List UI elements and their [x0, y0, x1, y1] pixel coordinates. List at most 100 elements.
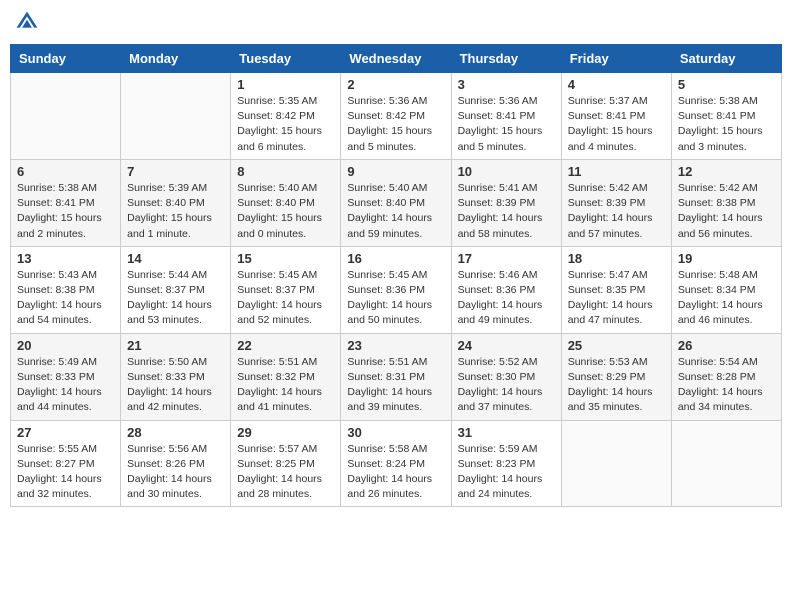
cell-info: Sunrise: 5:59 AMSunset: 8:23 PMDaylight:… [458, 442, 555, 503]
calendar-cell: 13Sunrise: 5:43 AMSunset: 8:38 PMDayligh… [11, 246, 121, 333]
calendar-cell: 15 Sunrise: 5:45 AMSunset: 8:37 PMDayligh… [231, 246, 341, 333]
day-number: 16 [347, 251, 444, 266]
day-number: 17 [458, 251, 555, 266]
calendar-cell: 22 Sunrise: 5:51 AMSunset: 8:32 PMDayligh… [231, 333, 341, 420]
calendar-cell: 2 Sunrise: 5:36 AMSunset: 8:42 PMDaylight… [341, 73, 451, 160]
cell-info: Sunrise: 5:42 AMSunset: 8:38 PMDaylight:… [678, 181, 775, 242]
day-number: 14 [127, 251, 224, 266]
day-number: 5 [678, 77, 775, 92]
day-number: 26 [678, 338, 775, 353]
calendar-cell: 25Sunrise: 5:53 AMSunset: 8:29 PMDayligh… [561, 333, 671, 420]
calendar-cell: 29 Sunrise: 5:57 AMSunset: 8:25 PMDayligh… [231, 420, 341, 507]
day-number: 11 [568, 164, 665, 179]
logo-icon [15, 10, 39, 34]
day-number: 2 [347, 77, 444, 92]
day-number: 18 [568, 251, 665, 266]
cell-info: Sunrise: 5:41 AMSunset: 8:39 PMDaylight:… [458, 181, 555, 242]
calendar-cell: 4 Sunrise: 5:37 AMSunset: 8:41 PMDaylight… [561, 73, 671, 160]
calendar-cell: 10 Sunrise: 5:41 AMSunset: 8:39 PMDayligh… [451, 159, 561, 246]
weekday-header: Friday [561, 45, 671, 73]
calendar-cell: 23 Sunrise: 5:51 AMSunset: 8:31 PMDayligh… [341, 333, 451, 420]
cell-info: Sunrise: 5:38 AMSunset: 8:41 PMDaylight:… [678, 94, 775, 155]
calendar-cell: 24 Sunrise: 5:52 AMSunset: 8:30 PMDayligh… [451, 333, 561, 420]
day-number: 1 [237, 77, 334, 92]
cell-info: Sunrise: 5:40 AMSunset: 8:40 PMDaylight:… [347, 181, 444, 242]
calendar-cell: 11Sunrise: 5:42 AMSunset: 8:39 PMDayligh… [561, 159, 671, 246]
cell-info: Sunrise: 5:51 AMSunset: 8:31 PMDaylight:… [347, 355, 444, 416]
cell-info: Sunrise: 5:51 AMSunset: 8:32 PMDaylight:… [237, 355, 334, 416]
day-number: 28 [127, 425, 224, 440]
day-number: 29 [237, 425, 334, 440]
calendar-cell: 5 Sunrise: 5:38 AMSunset: 8:41 PMDaylight… [671, 73, 781, 160]
cell-info: Sunrise: 5:54 AMSunset: 8:28 PMDaylight:… [678, 355, 775, 416]
day-number: 22 [237, 338, 334, 353]
calendar-cell: 12 Sunrise: 5:42 AMSunset: 8:38 PMDayligh… [671, 159, 781, 246]
day-number: 6 [17, 164, 114, 179]
calendar-cell: 3 Sunrise: 5:36 AMSunset: 8:41 PMDaylight… [451, 73, 561, 160]
calendar-week-row: 27Sunrise: 5:55 AMSunset: 8:27 PMDayligh… [11, 420, 782, 507]
page-header [10, 10, 782, 34]
calendar-cell: 28 Sunrise: 5:56 AMSunset: 8:26 PMDayligh… [121, 420, 231, 507]
calendar-cell: 1 Sunrise: 5:35 AMSunset: 8:42 PMDaylight… [231, 73, 341, 160]
calendar-week-row: 20Sunrise: 5:49 AMSunset: 8:33 PMDayligh… [11, 333, 782, 420]
day-number: 25 [568, 338, 665, 353]
day-number: 12 [678, 164, 775, 179]
cell-info: Sunrise: 5:39 AMSunset: 8:40 PMDaylight:… [127, 181, 224, 242]
day-number: 3 [458, 77, 555, 92]
cell-info: Sunrise: 5:45 AMSunset: 8:37 PMDaylight:… [237, 268, 334, 329]
day-number: 7 [127, 164, 224, 179]
day-number: 21 [127, 338, 224, 353]
day-number: 30 [347, 425, 444, 440]
cell-info: Sunrise: 5:48 AMSunset: 8:34 PMDaylight:… [678, 268, 775, 329]
day-number: 10 [458, 164, 555, 179]
logo [15, 10, 43, 34]
cell-info: Sunrise: 5:38 AMSunset: 8:41 PMDaylight:… [17, 181, 114, 242]
calendar-table: SundayMondayTuesdayWednesdayThursdayFrid… [10, 44, 782, 507]
weekday-header: Sunday [11, 45, 121, 73]
day-number: 27 [17, 425, 114, 440]
calendar-cell [121, 73, 231, 160]
day-number: 15 [237, 251, 334, 266]
weekday-header: Wednesday [341, 45, 451, 73]
calendar-cell: 18 Sunrise: 5:47 AMSunset: 8:35 PMDayligh… [561, 246, 671, 333]
cell-info: Sunrise: 5:52 AMSunset: 8:30 PMDaylight:… [458, 355, 555, 416]
cell-info: Sunrise: 5:44 AMSunset: 8:37 PMDaylight:… [127, 268, 224, 329]
day-number: 24 [458, 338, 555, 353]
cell-info: Sunrise: 5:45 AMSunset: 8:36 PMDaylight:… [347, 268, 444, 329]
cell-info: Sunrise: 5:35 AMSunset: 8:42 PMDaylight:… [237, 94, 334, 155]
calendar-cell [671, 420, 781, 507]
calendar-cell: 31 Sunrise: 5:59 AMSunset: 8:23 PMDayligh… [451, 420, 561, 507]
cell-info: Sunrise: 5:50 AMSunset: 8:33 PMDaylight:… [127, 355, 224, 416]
cell-info: Sunrise: 5:58 AMSunset: 8:24 PMDaylight:… [347, 442, 444, 503]
day-number: 23 [347, 338, 444, 353]
day-number: 13 [17, 251, 114, 266]
cell-info: Sunrise: 5:47 AMSunset: 8:35 PMDaylight:… [568, 268, 665, 329]
calendar-cell: 17 Sunrise: 5:46 AMSunset: 8:36 PMDayligh… [451, 246, 561, 333]
day-number: 19 [678, 251, 775, 266]
day-number: 8 [237, 164, 334, 179]
calendar-cell: 6 Sunrise: 5:38 AMSunset: 8:41 PMDaylight… [11, 159, 121, 246]
calendar-week-row: 6 Sunrise: 5:38 AMSunset: 8:41 PMDaylight… [11, 159, 782, 246]
cell-info: Sunrise: 5:56 AMSunset: 8:26 PMDaylight:… [127, 442, 224, 503]
cell-info: Sunrise: 5:36 AMSunset: 8:42 PMDaylight:… [347, 94, 444, 155]
calendar-cell [561, 420, 671, 507]
cell-info: Sunrise: 5:37 AMSunset: 8:41 PMDaylight:… [568, 94, 665, 155]
calendar-cell: 27Sunrise: 5:55 AMSunset: 8:27 PMDayligh… [11, 420, 121, 507]
weekday-header: Saturday [671, 45, 781, 73]
calendar-cell: 8 Sunrise: 5:40 AMSunset: 8:40 PMDaylight… [231, 159, 341, 246]
calendar-cell: 16 Sunrise: 5:45 AMSunset: 8:36 PMDayligh… [341, 246, 451, 333]
cell-info: Sunrise: 5:46 AMSunset: 8:36 PMDaylight:… [458, 268, 555, 329]
cell-info: Sunrise: 5:57 AMSunset: 8:25 PMDaylight:… [237, 442, 334, 503]
weekday-header: Thursday [451, 45, 561, 73]
day-number: 31 [458, 425, 555, 440]
calendar-cell: 7 Sunrise: 5:39 AMSunset: 8:40 PMDaylight… [121, 159, 231, 246]
calendar-cell: 30 Sunrise: 5:58 AMSunset: 8:24 PMDayligh… [341, 420, 451, 507]
day-number: 4 [568, 77, 665, 92]
cell-info: Sunrise: 5:40 AMSunset: 8:40 PMDaylight:… [237, 181, 334, 242]
calendar-cell [11, 73, 121, 160]
weekday-header-row: SundayMondayTuesdayWednesdayThursdayFrid… [11, 45, 782, 73]
cell-info: Sunrise: 5:36 AMSunset: 8:41 PMDaylight:… [458, 94, 555, 155]
calendar-cell: 21 Sunrise: 5:50 AMSunset: 8:33 PMDayligh… [121, 333, 231, 420]
day-number: 9 [347, 164, 444, 179]
weekday-header: Monday [121, 45, 231, 73]
